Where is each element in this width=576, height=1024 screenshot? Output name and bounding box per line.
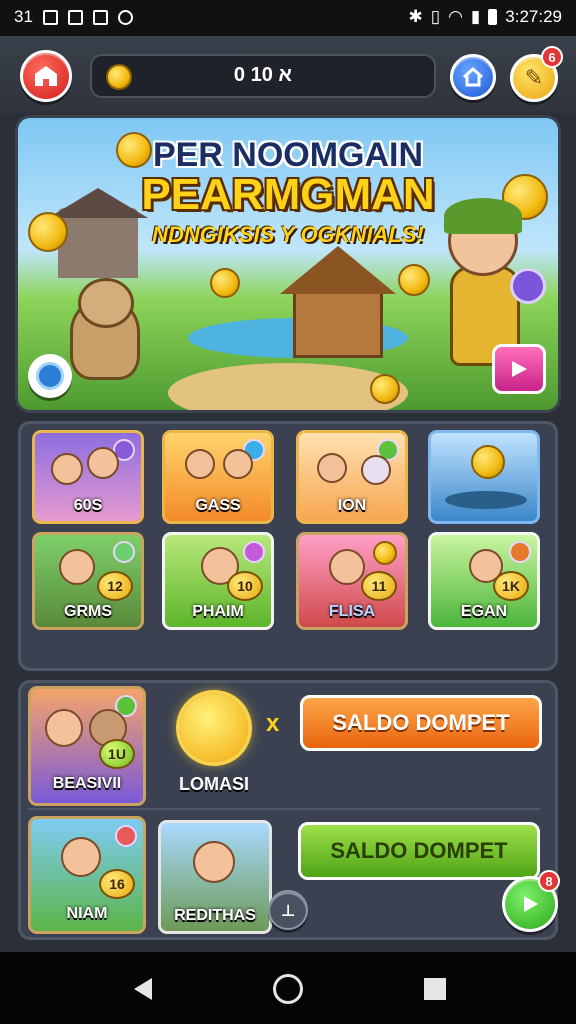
vibrate-icon: ▯ [430,7,441,26]
card-label: REDITHAS [174,907,256,924]
card-label: NIAM [66,905,108,922]
card-label: BEASIVII [52,775,122,792]
game-tile-2[interactable]: GASS [162,430,274,524]
floating-coin [398,264,430,296]
game-tile-number: 1K [493,571,529,601]
banner-subtitle: NDNGIKSIS Y OGKNIALS! [152,222,424,247]
info-small-button[interactable]: ⊥ [268,890,308,930]
character-icon [193,841,235,883]
banner-title-line2: PEARMGMAN [141,170,435,219]
play-arrow-icon [512,361,527,377]
card-number: 1U [99,739,135,769]
home-icon [463,67,483,87]
character-icon [329,549,365,585]
game-tile-label: PHAIM [192,603,244,620]
game-tile-label: GRMS [64,603,112,620]
character-icon [45,709,83,747]
bluetooth-icon: ✱ [408,7,423,26]
game-tile-number: 12 [97,571,133,601]
wooden-hut [293,288,383,358]
coin-balance-bar: 0 א 10 [90,54,436,98]
game-tile-3[interactable]: ION [296,430,408,524]
promo-banner[interactable]: PER NOOMGAIN PEARMGMAN NDNGIKSIS Y OGKNI… [18,118,558,410]
info-icon: ⊥ [280,900,296,920]
gallery-notification-icon [42,9,58,25]
game-tile-1[interactable]: 60S [32,430,144,524]
game-tile-4[interactable] [428,430,540,524]
hut-roof [280,246,396,294]
character-icon [59,549,95,585]
character-icon [87,447,119,479]
game-tile-number: 11 [361,571,397,601]
game-tile-7[interactable]: 11 FLISA [296,532,408,630]
wifi-icon: ◠ [448,7,463,26]
character-icon [61,837,101,877]
coin-icon [373,541,397,565]
banner-info-button[interactable] [28,354,72,398]
boat-icon [445,491,527,509]
back-icon[interactable] [130,976,154,1002]
gem-icon [113,541,135,563]
multiplier-sign: x [266,710,280,737]
game-tile-8[interactable]: 1K EGAN [428,532,540,630]
game-tile-number: 10 [227,571,263,601]
saldo-dompet-button-1[interactable]: SALDO DOMPET [300,695,542,751]
character-icon [317,453,347,483]
info-icon [36,362,64,390]
chart-notification-icon [92,9,108,25]
recents-icon[interactable] [424,978,446,1000]
game-tile-label: ION [337,497,367,514]
battery-icon [488,9,498,25]
app-notification-icon [117,9,133,25]
floating-coin [370,374,400,404]
game-tile-label: FLISA [328,603,376,620]
card-number: 16 [99,869,135,899]
clock: 3:27:29 [505,7,562,26]
coin-icon [471,445,505,479]
game-tile-5[interactable]: 12 GRMS [32,532,144,630]
coin-count: 0 א 10 [233,64,293,86]
signal-icon: ▮ [470,7,481,26]
purple-gem [510,268,546,304]
floating-coin [210,268,240,298]
game-tile-label: EGAN [460,603,508,620]
status-bar: 31 ✱ ▯ ◠ ▮ 3:27:29 [0,0,576,36]
sun-bonus-icon[interactable] [180,694,248,762]
status-left-text: 31 [14,7,33,26]
character-icon [223,449,253,479]
play-badge: 8 [538,870,560,892]
gem-icon [509,541,531,563]
game-tile-6[interactable]: 10 PHAIM [162,532,274,630]
gem-icon [243,541,265,563]
character-card-1[interactable]: 1U BEASIVII [28,686,146,806]
character-icon [185,449,215,479]
banner-next-button[interactable] [492,344,546,394]
character-card-3[interactable]: REDITHAS [158,820,272,934]
coin-stack-icon: ✎ [524,65,544,91]
character-card-2[interactable]: 16 NIAM [28,816,146,934]
castle-icon [35,66,57,86]
home-nav-icon[interactable] [273,974,303,1004]
home-button[interactable] [450,54,496,100]
game-tile-label: GASS [195,497,241,514]
bear-head [78,278,134,328]
home-castle-button[interactable] [20,50,72,102]
play-icon [524,896,538,912]
saldo-dompet-button-2[interactable]: SALDO DOMPET [298,822,540,880]
android-nav-bar [0,952,576,1024]
game-tile-label: 60S [73,497,103,514]
divider [28,808,540,810]
notification-badge: 6 [541,46,563,68]
image-notification-icon [67,9,83,25]
character-icon [51,453,83,485]
sun-label: LOMASI [179,774,249,794]
gem-icon [115,825,137,847]
character-icon [361,455,391,485]
